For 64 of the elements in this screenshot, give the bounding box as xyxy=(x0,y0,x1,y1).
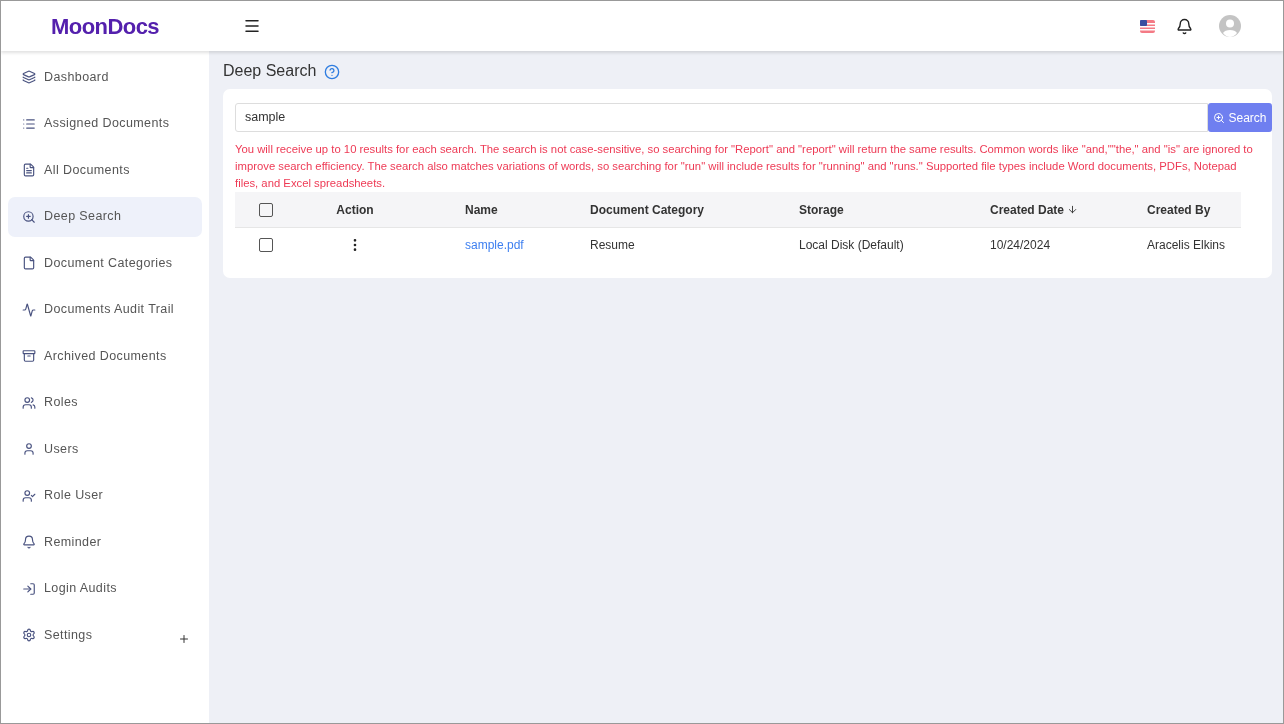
sidebar-item[interactable]: Login Audits xyxy=(8,568,202,609)
column-header[interactable]: Created By xyxy=(1147,200,1211,219)
select-all-checkbox[interactable] xyxy=(259,202,273,217)
sidebar-label: Reminder xyxy=(44,533,102,551)
search-icon xyxy=(1213,111,1226,124)
sidebar-label: Document Categories xyxy=(44,254,173,272)
page-title: Deep Search xyxy=(223,61,317,81)
sidebar-label: Role User xyxy=(44,487,104,505)
table-cell: Local Disk (Default) xyxy=(799,238,904,252)
sidebar-label: Dashboard xyxy=(44,68,109,86)
sidebar-label: All Documents xyxy=(44,161,130,179)
user-check-icon xyxy=(22,488,36,503)
column-header[interactable]: Storage xyxy=(799,200,844,219)
sidebar-item[interactable]: Settings xyxy=(8,615,202,655)
sort-down-icon[interactable] xyxy=(1067,204,1079,215)
sidebar-item[interactable]: Role User xyxy=(8,475,202,516)
zoom-search-icon xyxy=(22,209,36,224)
sidebar-item[interactable]: Dashboard xyxy=(8,57,202,97)
search-notice: You will receive up to 10 results for each search. The search is not case-sensitive, so searching for "Report" and "report" will return the same results. Common words like "and,""the," and "is" are ignored to improve search efficiency. The search also matches variations of words, so searching for "run" will include results for "running" and "runs." Supported file types include Word documents, PDFs, Notepad files, and Excel spreadsheets. xyxy=(235,142,1254,191)
search-button[interactable]: Search xyxy=(1208,103,1272,132)
pulse-icon xyxy=(22,302,36,317)
layers-icon xyxy=(22,70,36,84)
table-cell: 10/24/2024 xyxy=(990,238,1051,252)
document-icon xyxy=(22,163,36,177)
sidebar-item[interactable]: Document Categories xyxy=(8,243,202,283)
search-field[interactable]: sample xyxy=(235,103,1208,132)
expand-icon[interactable] xyxy=(178,633,190,645)
sidebar-label: Login Audits xyxy=(44,580,117,598)
sidebar-label: Documents Audit Trail xyxy=(44,301,174,319)
sidebar-item[interactable]: Deep Search xyxy=(8,196,202,237)
sidebar-item[interactable]: Assigned Documents xyxy=(8,103,202,144)
sidebar-item[interactable]: Users xyxy=(8,429,202,469)
help-icon[interactable] xyxy=(324,64,341,80)
users-icon xyxy=(22,395,36,410)
bell-icon xyxy=(22,535,36,549)
column-header[interactable]: Document Category xyxy=(590,200,705,219)
settings-icon xyxy=(22,628,36,642)
sidebar-label: Roles xyxy=(44,394,78,412)
row-checkbox[interactable] xyxy=(259,238,273,252)
sidebar-label: Settings xyxy=(44,626,93,644)
column-header[interactable]: Name xyxy=(465,200,498,219)
column-header[interactable]: Action xyxy=(336,200,374,219)
file-icon xyxy=(22,256,36,270)
table-cell: Aracelis Elkins xyxy=(1147,238,1226,252)
sidebar-label: Assigned Documents xyxy=(44,115,170,133)
sidebar-item[interactable]: All Documents xyxy=(8,150,202,190)
flag-icon[interactable] xyxy=(1140,19,1155,33)
column-header[interactable]: Created Date xyxy=(990,200,1065,219)
sidebar-label: Deep Search xyxy=(44,208,122,226)
menu-icon[interactable] xyxy=(243,17,262,35)
sidebar-label: Users xyxy=(44,440,79,458)
login-icon xyxy=(22,581,36,596)
app-logo: MoonDocs xyxy=(51,12,160,41)
sidebar-item[interactable]: Archived Documents xyxy=(8,336,202,376)
table-cell: Resume xyxy=(590,238,635,252)
document-link[interactable]: sample.pdf xyxy=(465,238,524,252)
sidebar-item[interactable]: Documents Audit Trail xyxy=(8,289,202,330)
sidebar-item[interactable]: Roles xyxy=(8,382,202,423)
user-icon xyxy=(22,442,36,456)
bell-icon[interactable] xyxy=(1176,17,1193,35)
archive-icon xyxy=(22,349,36,363)
sidebar-label: Archived Documents xyxy=(44,347,167,365)
sidebar-item[interactable]: Reminder xyxy=(8,522,202,562)
list-icon xyxy=(22,116,36,131)
